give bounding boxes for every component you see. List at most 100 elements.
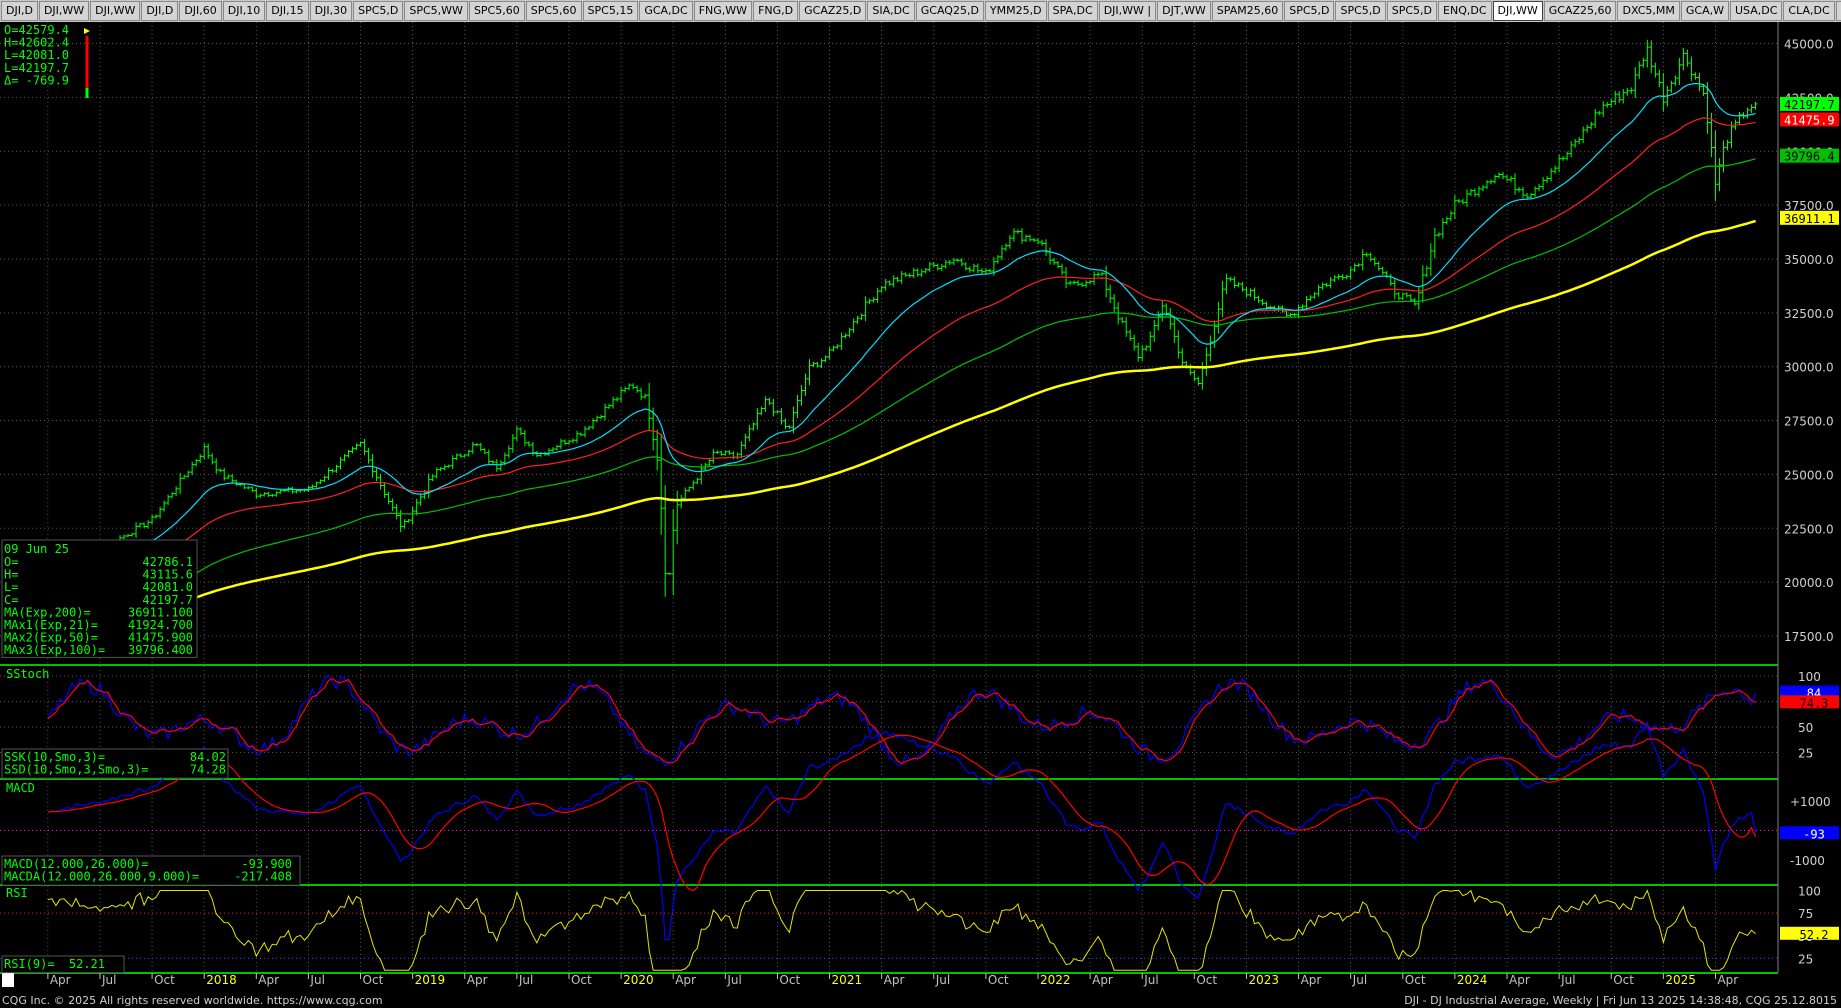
chart-area[interactable]: Apr Jul Oct 2018 Apr Jul Oct 2019 Apr Jul Oct 2020 A… xyxy=(0,22,1841,994)
status-text: DJI - DJ Industrial Average, Weekly | Fr… xyxy=(1404,994,1837,1007)
rsi-tick-label: 100 xyxy=(1798,885,1821,899)
price-tag-value: 41475.9 xyxy=(1784,113,1835,127)
symbol-tab[interactable]: GCA,DC xyxy=(639,1,693,21)
x-tick-label: Oct xyxy=(154,973,175,987)
symbol-tab[interactable]: USA,DC xyxy=(1729,1,1783,21)
rsi-tag: 52.2 xyxy=(1800,928,1829,942)
x-tick-label: 2019 xyxy=(415,973,446,987)
symbol-tab[interactable]: SPA,DC xyxy=(1047,1,1098,21)
stoch-d-tag: 74.3 xyxy=(1800,696,1829,710)
stoch-title: SStoch xyxy=(6,667,49,681)
symbol-tab[interactable]: SPC5,D xyxy=(1335,1,1386,21)
y-tick-label: 20000.0 xyxy=(1784,576,1834,590)
symbol-tab[interactable]: CLA,DC xyxy=(1783,1,1835,21)
stoch-tick-label: 100 xyxy=(1798,670,1821,684)
x-tick-label: Oct xyxy=(1405,973,1426,987)
x-tick-label: Jul xyxy=(726,973,741,987)
symbol-tab[interactable]: DJI,60 xyxy=(179,1,222,21)
rsi-tick-label: 75 xyxy=(1798,907,1813,921)
stoch-tick-label: 50 xyxy=(1798,721,1813,735)
x-tick-label: 2025 xyxy=(1665,973,1696,987)
symbol-tab[interactable]: DJT,WW xyxy=(1157,1,1211,21)
macd-legend-label: MACDA(12.000,26.000,9.000)= xyxy=(4,870,199,884)
macd-tick-label: +1000 xyxy=(1790,795,1831,809)
x-tick-label: 2023 xyxy=(1248,973,1279,987)
macd-title: MACD xyxy=(6,781,35,795)
symbol-tab[interactable]: SPAM25,60 xyxy=(1211,1,1284,21)
x-tick-label: Oct xyxy=(1613,973,1634,987)
cursor-date: 09 Jun 25 xyxy=(4,542,69,556)
symbol-tab-bar: DJI,D DJI,WW DJI,WW DJI,D DJI,60 DJI,10 DJI,15… xyxy=(0,0,1841,23)
add-tab-button[interactable]: + xyxy=(1835,1,1841,21)
x-tick-label: Jul xyxy=(101,973,116,987)
x-tick-label: Jul xyxy=(1143,973,1158,987)
x-tick-label: Apr xyxy=(50,973,71,987)
symbol-tab[interactable]: SIA,DC xyxy=(867,1,915,21)
symbol-tab[interactable]: DJI,30 xyxy=(309,1,353,21)
macd-legend-value: -217.408 xyxy=(234,870,292,884)
symbol-tab[interactable]: DJI,D xyxy=(141,1,179,21)
y-tick-label: 45000.0 xyxy=(1784,38,1834,52)
x-tick-label: 2024 xyxy=(1457,973,1488,987)
symbol-tab[interactable]: SPC5,D xyxy=(353,1,404,21)
symbol-tab[interactable]: FNG,D xyxy=(753,1,799,21)
x-tick-label: 2020 xyxy=(623,973,654,987)
cursor-row-label: MAx3(Exp,100)= xyxy=(4,643,105,657)
x-tick-label: Oct xyxy=(779,973,800,987)
symbol-tab[interactable]: DJI,10 xyxy=(222,1,266,21)
symbol-tab[interactable]: SPC5,D xyxy=(1284,1,1335,21)
x-tick-label: Apr xyxy=(467,973,488,987)
x-tick-label: Apr xyxy=(1301,973,1322,987)
symbol-tab[interactable]: GCAZ25,60 xyxy=(1543,1,1617,21)
y-tick-label: 25000.0 xyxy=(1784,468,1834,482)
x-tick-label: 2018 xyxy=(206,973,237,987)
symbol-tab[interactable]: DJI,WW xyxy=(90,1,141,21)
footer-bar: CQG Inc. © 2025 All rights reserved worl… xyxy=(0,994,1841,1008)
scroll-handle[interactable] xyxy=(2,973,14,987)
x-tick-label: Oct xyxy=(571,973,592,987)
x-tick-label: Oct xyxy=(988,973,1009,987)
x-tick-label: Jul xyxy=(1352,973,1367,987)
symbol-tab[interactable]: FNG,WW xyxy=(693,1,753,21)
symbol-tab[interactable]: DJI,WW | xyxy=(1098,1,1157,21)
x-tick-label: Apr xyxy=(884,973,905,987)
x-tick-label: Oct xyxy=(363,973,384,987)
symbol-tab[interactable]: DJI,15 xyxy=(266,1,309,21)
symbol-tab[interactable]: YMM25,D xyxy=(984,1,1047,21)
symbol-tab[interactable]: GCAZ25,D xyxy=(799,1,867,21)
cursor-row-value: 39796.400 xyxy=(128,643,193,657)
symbol-tab[interactable]: DXC5,MM xyxy=(1617,1,1680,21)
rsi-legend-value: 52.21 xyxy=(69,957,105,971)
symbol-tab[interactable]: DJI,WW xyxy=(1492,1,1543,21)
copyright-text: CQG Inc. © 2025 All rights reserved worl… xyxy=(2,994,383,1007)
symbol-tab[interactable]: GCAQ25,D xyxy=(915,1,984,21)
symbol-tab[interactable]: DJI,WW xyxy=(38,1,90,21)
chart-background xyxy=(0,22,1841,994)
rsi-title: RSI xyxy=(6,886,28,900)
symbol-tab[interactable]: DJI,D xyxy=(1,1,38,21)
rsi-tick-label: 25 xyxy=(1798,952,1813,966)
symbol-tab[interactable]: SPC5,60 xyxy=(525,1,582,21)
price-tag-value: 42197.7 xyxy=(1784,98,1835,112)
info-line: Δ= -769.9 xyxy=(4,73,69,87)
macd-tag: -93 xyxy=(1803,827,1825,841)
x-tick-label: Apr xyxy=(1509,973,1530,987)
x-tick-label: 2021 xyxy=(832,973,863,987)
stoch-tick-label: 25 xyxy=(1798,747,1813,761)
y-tick-label: 22500.0 xyxy=(1784,522,1834,536)
price-tag-value: 36911.1 xyxy=(1784,212,1835,226)
x-tick-label: Apr xyxy=(675,973,696,987)
rsi-legend-label: RSI(9)= xyxy=(4,957,55,971)
symbol-tab[interactable]: SPC5,WW xyxy=(404,1,468,21)
symbol-tab[interactable]: SPC5,60 xyxy=(468,1,525,21)
y-tick-label: 17500.0 xyxy=(1784,630,1834,644)
stoch-legend-value: 74.28 xyxy=(190,763,226,777)
x-tick-label: Jul xyxy=(1560,973,1575,987)
x-tick-label: Jul xyxy=(309,973,324,987)
symbol-tab[interactable]: SPC5,15 xyxy=(582,1,639,21)
symbol-tab[interactable]: SPC5,D xyxy=(1386,1,1438,21)
stoch-legend-label: SSD(10,Smo,3,Smo,3)= xyxy=(4,763,149,777)
symbol-tab[interactable]: GCA,W xyxy=(1680,1,1729,21)
symbol-tab[interactable]: ENQ,DC xyxy=(1438,1,1492,21)
x-tick-label: Jul xyxy=(935,973,950,987)
